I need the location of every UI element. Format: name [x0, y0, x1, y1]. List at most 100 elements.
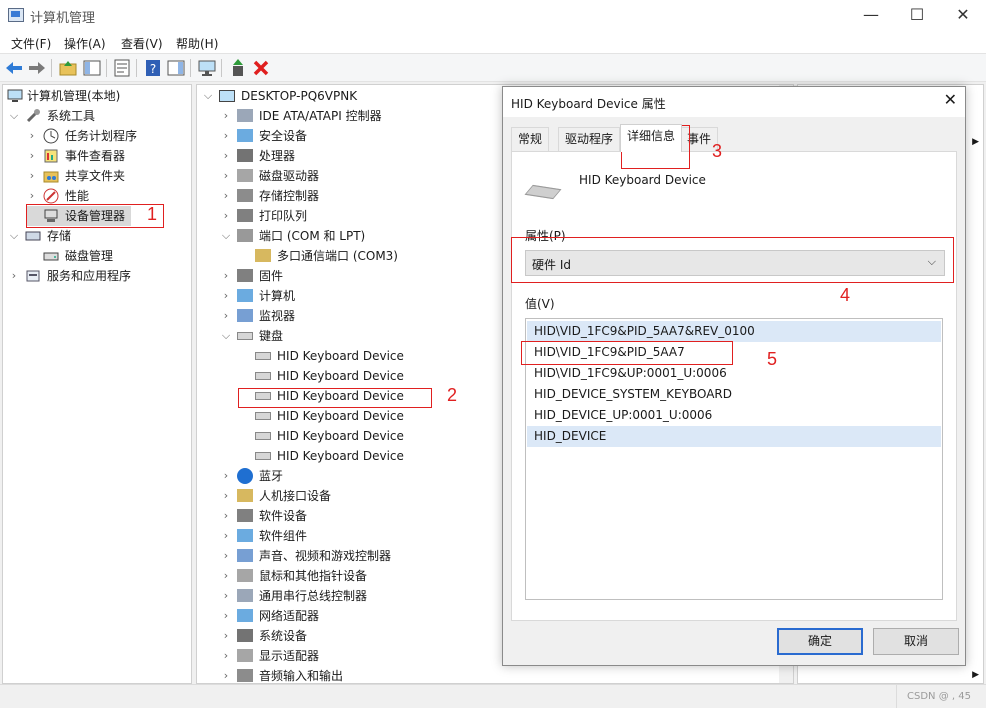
scroll-right-arrow-icon[interactable]: ▶	[972, 137, 979, 147]
cancel-button[interactable]: 取消	[873, 628, 959, 655]
chevron-down-icon[interactable]: ⌵	[203, 86, 213, 106]
minimize-button[interactable]: —	[848, 0, 894, 31]
chevron-right-icon[interactable]: ›	[221, 106, 231, 126]
device-category[interactable]: › 显示适配器	[221, 646, 319, 666]
device-category[interactable]: › 通用串行总线控制器	[221, 586, 367, 606]
chevron-right-icon[interactable]: ›	[27, 146, 37, 166]
device-category[interactable]: › 软件组件	[221, 526, 307, 546]
device-category[interactable]: › 音频输入和输出	[221, 666, 343, 686]
scroll-right-arrow-icon-bottom[interactable]: ▶	[972, 670, 979, 680]
chevron-right-icon[interactable]: ›	[221, 626, 231, 646]
action-pane-icon[interactable]	[166, 58, 186, 78]
device-item[interactable]: HID Keyboard Device	[239, 446, 404, 466]
chevron-down-icon[interactable]: ⌵	[221, 226, 231, 246]
tree-root[interactable]: 计算机管理(本地)	[7, 86, 120, 106]
tree-item-disk-management[interactable]: 磁盘管理	[27, 246, 113, 266]
tree-item-services-apps[interactable]: › 服务和应用程序	[9, 266, 131, 286]
menu-view[interactable]: 查看(V)	[121, 35, 163, 52]
device-category[interactable]: ⌵ 键盘	[221, 326, 283, 346]
device-category[interactable]: › 磁盘驱动器	[221, 166, 319, 186]
device-category[interactable]: › 网络适配器	[221, 606, 319, 626]
tree-item-event-viewer[interactable]: › 事件查看器	[27, 146, 125, 166]
chevron-right-icon[interactable]: ›	[27, 186, 37, 206]
chevron-right-icon[interactable]: ›	[221, 606, 231, 626]
chevron-right-icon[interactable]: ›	[221, 646, 231, 666]
chevron-right-icon[interactable]: ›	[221, 586, 231, 606]
chevron-right-icon[interactable]: ›	[221, 146, 231, 166]
chevron-right-icon[interactable]: ›	[221, 566, 231, 586]
properties-icon[interactable]	[112, 58, 132, 78]
device-item[interactable]: HID Keyboard Device	[239, 426, 404, 446]
chevron-right-icon[interactable]: ›	[221, 466, 231, 486]
chevron-right-icon[interactable]: ›	[221, 306, 231, 326]
device-category[interactable]: › 系统设备	[221, 626, 307, 646]
show-hide-tree-icon[interactable]	[82, 58, 102, 78]
device-category[interactable]: › 打印队列	[221, 206, 307, 226]
device-category[interactable]: › 安全设备	[221, 126, 307, 146]
device-item[interactable]: HID Keyboard Device	[239, 406, 404, 426]
update-driver-icon[interactable]	[228, 58, 248, 78]
menu-help[interactable]: 帮助(H)	[176, 35, 218, 52]
list-item[interactable]: HID_DEVICE_UP:0001_U:0006	[527, 405, 941, 426]
tree-item-performance[interactable]: › 性能	[27, 186, 89, 206]
chevron-down-icon[interactable]: ⌵	[9, 106, 19, 126]
chevron-right-icon[interactable]: ›	[221, 506, 231, 526]
chevron-right-icon[interactable]: ›	[221, 206, 231, 226]
device-category[interactable]: › 存储控制器	[221, 186, 319, 206]
device-category[interactable]: › 软件设备	[221, 506, 307, 526]
monitor-icon[interactable]	[197, 58, 217, 78]
device-category[interactable]: › 人机接口设备	[221, 486, 331, 506]
up-folder-icon[interactable]	[58, 58, 78, 78]
ok-button[interactable]: 确定	[777, 628, 863, 655]
chevron-right-icon[interactable]: ›	[221, 486, 231, 506]
chevron-right-icon[interactable]: ›	[221, 166, 231, 186]
chevron-right-icon[interactable]: ›	[221, 526, 231, 546]
back-icon[interactable]	[4, 58, 24, 78]
tree-item-shared-folders[interactable]: › 共享文件夹	[27, 166, 125, 186]
list-item[interactable]: HID_DEVICE	[527, 426, 941, 447]
device-category[interactable]: › 蓝牙	[221, 466, 283, 486]
device-item[interactable]: 多口通信端口 (COM3)	[239, 246, 398, 266]
tab-driver[interactable]: 驱动程序	[558, 127, 621, 151]
chevron-right-icon[interactable]: ›	[221, 126, 231, 146]
uninstall-x-icon[interactable]	[251, 58, 271, 78]
chevron-down-icon[interactable]: ⌵	[221, 326, 231, 346]
tree-item-system-tools[interactable]: ⌵ 系统工具	[9, 106, 95, 126]
help-icon[interactable]: ?	[143, 58, 163, 78]
chevron-right-icon[interactable]: ›	[221, 186, 231, 206]
device-category[interactable]: › IDE ATA/ATAPI 控制器	[221, 106, 382, 126]
tab-details[interactable]: 详细信息	[620, 124, 683, 152]
dialog-close-button[interactable]: ✕	[944, 90, 957, 109]
chevron-right-icon[interactable]: ›	[221, 546, 231, 566]
chevron-right-icon[interactable]: ›	[221, 266, 231, 286]
toolbar: ?	[0, 53, 986, 82]
list-item[interactable]: HID\VID_1FC9&PID_5AA7&REV_0100	[527, 321, 941, 342]
chevron-down-icon[interactable]: ⌵	[9, 226, 19, 246]
device-category[interactable]: › 处理器	[221, 146, 295, 166]
menu-file[interactable]: 文件(F)	[11, 35, 51, 52]
chevron-right-icon[interactable]: ›	[27, 126, 37, 146]
chevron-right-icon[interactable]: ›	[221, 286, 231, 306]
device-category[interactable]: ⌵ 端口 (COM 和 LPT)	[221, 226, 365, 246]
device-item[interactable]: HID Keyboard Device	[239, 366, 404, 386]
tree-item-task-scheduler[interactable]: › 任务计划程序	[27, 126, 137, 146]
tab-general[interactable]: 常规	[511, 127, 550, 151]
maximize-button[interactable]: ☐	[894, 0, 940, 31]
device-category[interactable]: › 鼠标和其他指针设备	[221, 566, 367, 586]
device-item[interactable]: HID Keyboard Device	[239, 346, 404, 366]
list-item[interactable]: HID\VID_1FC9&UP:0001_U:0006	[527, 363, 941, 384]
device-category[interactable]: › 计算机	[221, 286, 295, 306]
device-category[interactable]: › 监视器	[221, 306, 295, 326]
menu-action[interactable]: 操作(A)	[64, 35, 106, 52]
device-tree-root[interactable]: ⌵ DESKTOP-PQ6VPNK	[203, 86, 357, 106]
device-category[interactable]: › 声音、视频和游戏控制器	[221, 546, 391, 566]
list-item[interactable]: HID_DEVICE_SYSTEM_KEYBOARD	[527, 384, 941, 405]
forward-icon[interactable]	[27, 58, 47, 78]
device-category[interactable]: › 固件	[221, 266, 283, 286]
dialog-title-bar: HID Keyboard Device 属性 ✕	[503, 87, 965, 117]
chevron-right-icon[interactable]: ›	[27, 166, 37, 186]
chevron-right-icon[interactable]: ›	[9, 266, 19, 286]
tree-item-storage[interactable]: ⌵ 存储	[9, 226, 71, 246]
chevron-right-icon[interactable]: ›	[221, 666, 231, 686]
close-button[interactable]: ✕	[940, 0, 986, 31]
